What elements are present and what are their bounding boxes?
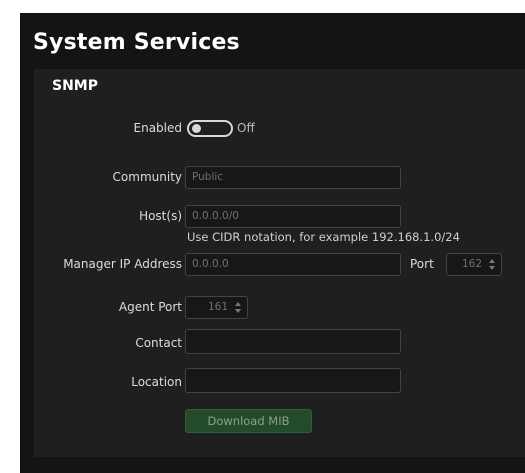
community-label: Community (112, 170, 182, 184)
enabled-state-text: Off (237, 121, 255, 135)
agent-port-stepper[interactable]: 161 (185, 296, 248, 319)
page-title: System Services (33, 30, 240, 55)
snmp-panel: SNMP Enabled Off Community Public Host(s… (34, 69, 525, 457)
spinner-icon[interactable] (233, 300, 243, 315)
port-value: 162 (461, 258, 482, 270)
port-stepper[interactable]: 162 (446, 253, 502, 276)
community-input[interactable]: Public (185, 166, 401, 189)
manager-ip-input[interactable]: 0.0.0.0 (185, 253, 401, 276)
spin-up-icon (489, 259, 495, 263)
contact-input[interactable] (185, 329, 401, 354)
agent-port-label: Agent Port (118, 300, 182, 314)
spin-down-icon (489, 266, 495, 270)
port-label: Port (410, 257, 434, 271)
enabled-label: Enabled (133, 121, 183, 135)
toggle-knob (192, 124, 201, 133)
location-label: Location (131, 375, 182, 389)
manager-ip-label: Manager IP Address (63, 257, 182, 271)
section-title-snmp: SNMP (52, 78, 98, 94)
app-window: System Services SNMP Enabled Off Communi… (20, 13, 525, 473)
hosts-label: Host(s) (139, 209, 182, 223)
download-mib-button[interactable]: Download MIB (185, 409, 312, 433)
spin-down-icon (235, 309, 241, 313)
spin-up-icon (235, 302, 241, 306)
agent-port-value: 161 (207, 301, 228, 313)
location-input[interactable] (185, 368, 401, 393)
enabled-toggle[interactable] (187, 120, 233, 137)
contact-label: Contact (135, 336, 182, 350)
spinner-icon[interactable] (487, 257, 497, 272)
hosts-input[interactable]: 0.0.0.0/0 (185, 205, 401, 228)
hosts-hint: Use CIDR notation, for example 192.168.1… (187, 230, 460, 244)
